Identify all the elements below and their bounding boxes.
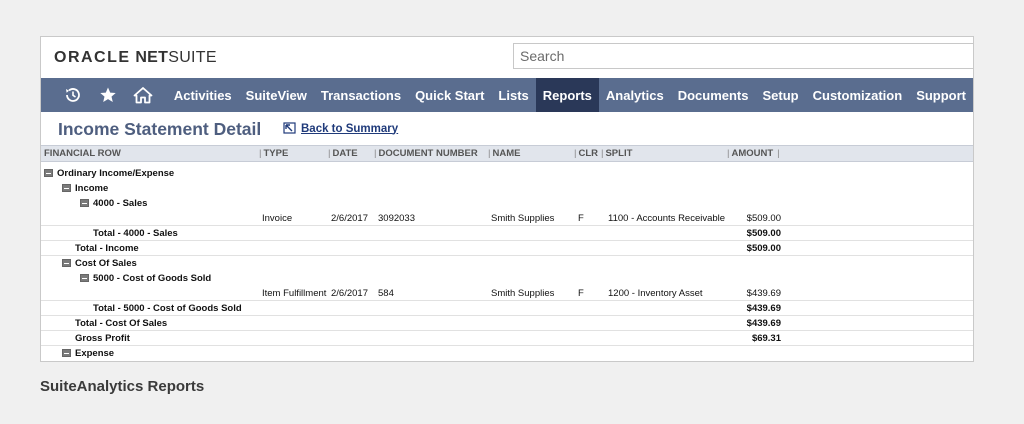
table-row: Total - 4000 - Sales $509.00 bbox=[41, 226, 973, 241]
report-table: FINANCIAL ROW | TYPE | DATE | DOCUMENT NUMB… bbox=[41, 145, 973, 361]
nav-documents[interactable]: Documents bbox=[671, 78, 756, 112]
collapse-icon[interactable] bbox=[80, 199, 89, 207]
back-arrow-icon bbox=[283, 122, 296, 134]
table-row: Total - Income $509.00 bbox=[41, 241, 973, 256]
logo-suite: SUITE bbox=[168, 49, 217, 66]
main-nav: Activities SuiteView Transactions Quick … bbox=[41, 78, 973, 112]
col-type[interactable]: | TYPE bbox=[259, 148, 288, 159]
nav-quick-start[interactable]: Quick Start bbox=[408, 78, 491, 112]
col-name[interactable]: | NAME bbox=[488, 148, 520, 159]
collapse-icon[interactable] bbox=[44, 169, 53, 177]
collapse-icon[interactable] bbox=[62, 349, 71, 357]
col-clr[interactable]: | CLR bbox=[574, 148, 598, 159]
nav-support[interactable]: Support bbox=[909, 78, 973, 112]
nav-analytics[interactable]: Analytics bbox=[599, 78, 671, 112]
col-date[interactable]: | DATE bbox=[328, 148, 358, 159]
collapse-icon[interactable] bbox=[62, 259, 71, 267]
recent-records-icon[interactable] bbox=[56, 78, 91, 112]
page-title: Income Statement Detail bbox=[58, 119, 262, 139]
table-row: Income bbox=[41, 181, 973, 196]
page-header: Income Statement Detail Back to Summary bbox=[41, 112, 973, 144]
star-icon[interactable] bbox=[91, 78, 126, 112]
top-bar: ORACLE NETSUITE bbox=[41, 37, 973, 78]
table-row: 4000 - Sales bbox=[41, 196, 973, 211]
collapse-icon[interactable] bbox=[62, 184, 71, 192]
nav-suiteview[interactable]: SuiteView bbox=[239, 78, 314, 112]
nav-transactions[interactable]: Transactions bbox=[314, 78, 408, 112]
col-financial-row[interactable]: FINANCIAL ROW bbox=[44, 148, 121, 159]
logo-net: NET bbox=[135, 49, 169, 66]
collapse-icon[interactable] bbox=[80, 274, 89, 282]
netsuite-window: ORACLE NETSUITE Activities SuiteView Tra… bbox=[40, 36, 974, 362]
table-row: Expense bbox=[41, 346, 973, 361]
table-row: Total - 5000 - Cost of Goods Sold $439.6… bbox=[41, 301, 973, 316]
table-row: Cost Of Sales bbox=[41, 256, 973, 271]
table-row: Total - Cost Of Sales $439.69 bbox=[41, 316, 973, 331]
col-split[interactable]: | SPLIT bbox=[601, 148, 632, 159]
table-row: Ordinary Income/Expense bbox=[41, 166, 973, 181]
oracle-netsuite-logo[interactable]: ORACLE NETSUITE bbox=[54, 49, 217, 67]
nav-reports[interactable]: Reports bbox=[535, 78, 599, 112]
global-search-input[interactable] bbox=[513, 43, 973, 69]
logo-oracle: ORACLE bbox=[54, 49, 131, 66]
nav-setup[interactable]: Setup bbox=[756, 78, 806, 112]
back-to-summary-link[interactable]: Back to Summary bbox=[283, 122, 398, 135]
nav-lists[interactable]: Lists bbox=[491, 78, 535, 112]
table-row[interactable]: Invoice 2/6/2017 3092033 Smith Supplies … bbox=[41, 211, 973, 226]
home-icon[interactable] bbox=[126, 78, 161, 112]
nav-activities[interactable]: Activities bbox=[167, 78, 239, 112]
col-document-number[interactable]: | DOCUMENT NUMBER bbox=[374, 148, 478, 159]
table-row[interactable]: Item Fulfillment 2/6/2017 584 Smith Supp… bbox=[41, 286, 973, 301]
caption: SuiteAnalytics Reports bbox=[40, 378, 205, 395]
col-amount[interactable]: | AMOUNT | bbox=[727, 148, 780, 159]
table-row: Gross Profit $69.31 bbox=[41, 331, 973, 346]
table-row: 5000 - Cost of Goods Sold bbox=[41, 271, 973, 286]
nav-customization[interactable]: Customization bbox=[806, 78, 910, 112]
back-to-summary-label: Back to Summary bbox=[301, 122, 399, 135]
table-header: FINANCIAL ROW | TYPE | DATE | DOCUMENT NUMB… bbox=[41, 145, 973, 162]
